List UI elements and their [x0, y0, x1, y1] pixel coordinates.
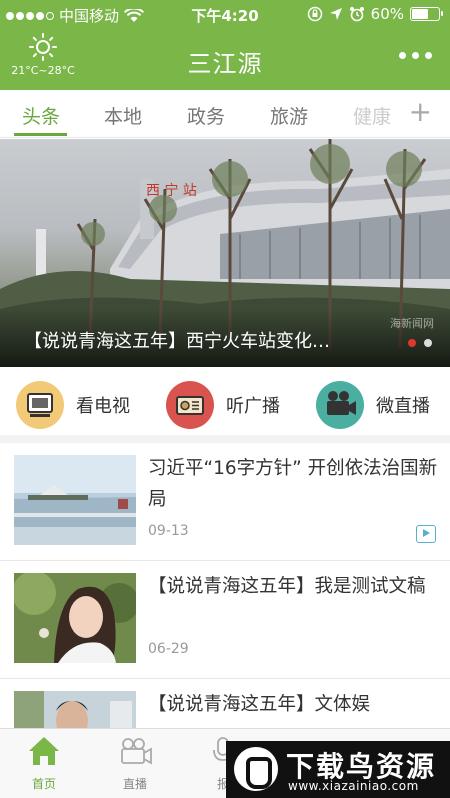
status-bar: 中国移动 下午4:20 60%: [0, 0, 450, 30]
page-title: 三江源: [187, 50, 263, 78]
quick-links: 看电视 听广播 微直播: [0, 367, 450, 443]
news-date: 09-13: [148, 523, 189, 539]
battery-level: [412, 9, 428, 19]
news-title: 习近平“16字方针” 开创依法治国新局: [148, 458, 438, 510]
carousel-dots: [408, 339, 432, 347]
tab-travel[interactable]: 旅游: [270, 102, 308, 129]
list-item[interactable]: 习近平“16字方针” 开创依法治国新局 09-13: [0, 443, 450, 561]
video-camera-icon: [121, 738, 152, 765]
plus-icon[interactable]: +: [409, 98, 432, 126]
tab-government[interactable]: 政务: [187, 102, 225, 129]
quick-link-radio-label: 听广播: [226, 396, 280, 417]
bottom-tab-live[interactable]: 直播: [100, 735, 170, 792]
radio-icon: [166, 381, 214, 429]
quick-link-tv[interactable]: 看电视: [16, 381, 130, 429]
site-watermark-logo: 下载鸟资源 www.xiazainiao.com: [226, 741, 450, 798]
quick-link-live[interactable]: 微直播: [316, 381, 430, 429]
logo-url: www.xiazainiao.com: [288, 779, 419, 793]
tv-icon: [16, 381, 64, 429]
banner-carousel[interactable]: 西 宁 站 海新闻网 【说说青海这五年】西宁火车站变化…: [0, 139, 450, 367]
tab-local[interactable]: 本地: [104, 102, 142, 129]
station-sign: 西 宁 站: [146, 182, 197, 199]
portrait-woman-photo: [14, 573, 136, 663]
more-dots-icon[interactable]: [399, 52, 432, 59]
alarm-icon: [349, 7, 364, 22]
list-item[interactable]: 【说说青海这五年】我是测试文稿 06-29: [0, 561, 450, 679]
carousel-dot[interactable]: [424, 339, 432, 347]
battery-icon: [410, 7, 443, 21]
app-screen: 中国移动 下午4:20 60% 21°C~28°C 三江源 头条 本地 政务 旅…: [0, 0, 450, 798]
bird-logo-icon: [234, 747, 278, 791]
active-tab-indicator: [14, 133, 67, 136]
video-play-icon: [416, 525, 436, 543]
rotation-lock-icon: [307, 6, 322, 22]
news-title: 【说说青海这五年】我是测试文稿: [148, 576, 426, 597]
tab-health[interactable]: 健康: [353, 102, 391, 129]
status-right: 60%: [307, 5, 443, 23]
news-title: 【说说青海这五年】文体娱: [148, 694, 371, 715]
carousel-dot-active[interactable]: [408, 339, 416, 347]
banner-watermark: 海新闻网: [390, 317, 434, 330]
quick-link-live-label: 微直播: [376, 396, 430, 417]
bottom-tab-live-label: 直播: [122, 777, 147, 791]
battery-percent: 60%: [370, 5, 404, 23]
app-header: 21°C~28°C 三江源: [0, 30, 450, 90]
location-icon: [329, 8, 342, 20]
lake-pavilion-photo: [14, 455, 136, 545]
quick-link-tv-label: 看电视: [76, 396, 130, 417]
bottom-tab-home[interactable]: 首页: [9, 735, 79, 792]
category-tabs: 头条 本地 政务 旅游 健康 +: [0, 90, 450, 138]
camera-icon: [316, 381, 364, 429]
home-icon: [29, 737, 59, 765]
quick-link-radio[interactable]: 听广播: [166, 381, 280, 429]
tab-headlines[interactable]: 头条: [22, 102, 60, 129]
bottom-tab-home-label: 首页: [31, 777, 56, 791]
banner-caption: 【说说青海这五年】西宁火车站变化…: [24, 331, 330, 352]
news-date: 06-29: [148, 641, 189, 657]
